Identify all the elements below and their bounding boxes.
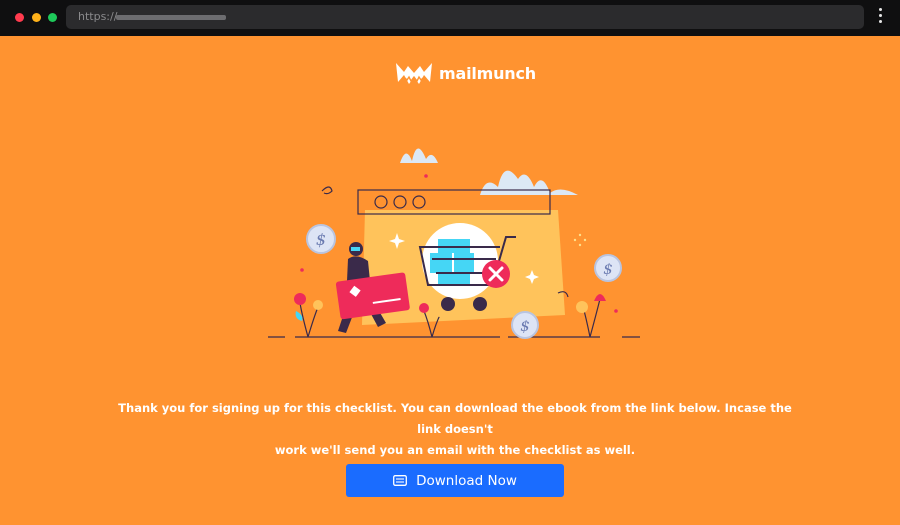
url-redacted: [116, 15, 226, 20]
kebab-menu-icon[interactable]: [876, 8, 884, 28]
flower-blossom: [576, 301, 588, 313]
flower-blossom: [594, 294, 606, 301]
svg-text:$: $: [520, 317, 530, 335]
svg-text:$: $: [603, 260, 613, 278]
dollar-coin-icon: $: [511, 311, 539, 339]
dollar-coin-icon: $: [594, 254, 622, 282]
cloud-icon: [400, 148, 578, 195]
flower-blossom: [436, 309, 444, 317]
dotted-burst-icon: [573, 233, 587, 247]
browser-chrome: https://: [0, 0, 900, 36]
brand-logo: mailmunch: [395, 59, 536, 87]
browser-window: https:// mailmunch $ $ $ Thank you for s…: [0, 0, 900, 525]
download-now-label: Download Now: [416, 472, 517, 489]
flower-blossom: [419, 303, 429, 313]
shopping-cart-illustration: $ $ $: [268, 148, 640, 339]
flower-blossom: [313, 300, 323, 310]
message-line: work we'll send you an email with the ch…: [274, 443, 636, 457]
window-close-button[interactable]: [15, 13, 24, 22]
squiggle-decoration: [321, 186, 333, 195]
dollar-coin-icon: $: [306, 224, 336, 254]
svg-text:$: $: [316, 230, 326, 249]
ebook-icon: [393, 475, 408, 486]
address-bar[interactable]: https://: [66, 5, 864, 29]
thank-you-message: Thank you for signing up for this checkl…: [110, 398, 800, 461]
brand-name: mailmunch: [439, 63, 536, 83]
cart-wheel: [473, 297, 487, 311]
window-maximize-button[interactable]: [48, 13, 57, 22]
flower-blossom: [294, 293, 306, 305]
mailmunch-logo-icon: [396, 63, 432, 84]
message-line: Thank you for signing up for this checkl…: [118, 401, 792, 436]
window-minimize-button[interactable]: [32, 13, 41, 22]
url-protocol: https://: [78, 10, 118, 23]
browser-panel-dots: [374, 195, 426, 209]
download-now-button[interactable]: Download Now: [346, 464, 564, 497]
cart-wheel: [441, 297, 455, 311]
